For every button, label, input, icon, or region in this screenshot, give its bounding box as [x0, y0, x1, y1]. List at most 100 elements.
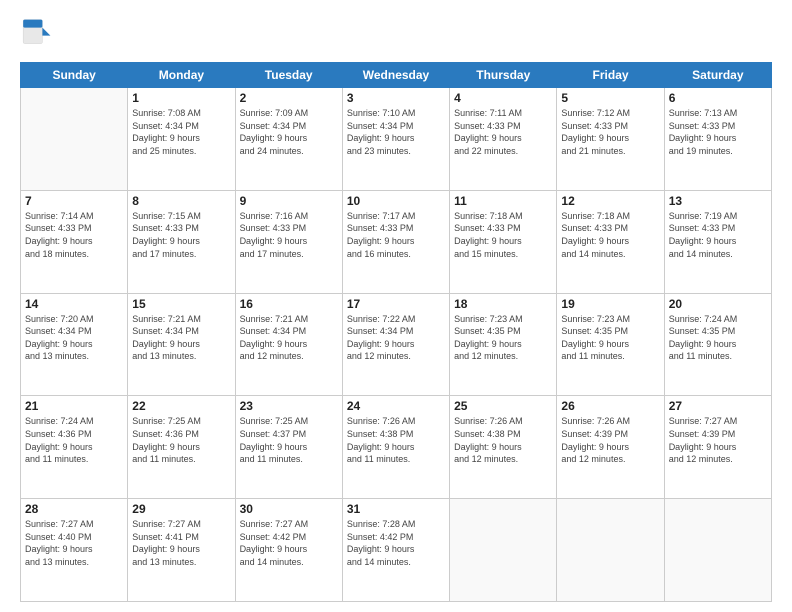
day-number: 21: [25, 399, 123, 413]
calendar-cell: 17Sunrise: 7:22 AM Sunset: 4:34 PM Dayli…: [342, 293, 449, 396]
calendar-cell: 12 Sunrise: 7:18 AM Sunset: 4:33 PM Dayli…: [557, 190, 664, 293]
day-info: Sunrise: 7:26 AM Sunset: 4:39 PM Dayligh…: [561, 415, 659, 465]
day-number: 18: [454, 297, 552, 311]
day-info: Sunrise: 7:13 AM Sunset: 4:33 PM Dayligh…: [669, 107, 767, 157]
column-header-wednesday: Wednesday: [342, 63, 449, 88]
day-number: 11: [454, 194, 552, 208]
calendar-table: SundayMondayTuesdayWednesdayThursdayFrid…: [20, 62, 772, 602]
calendar-cell: 18 Sunrise: 7:23 AM Sunset: 4:35 PM Dayli…: [450, 293, 557, 396]
day-info: Sunrise: 7:24 AM Sunset: 4:35 PM Dayligh…: [669, 313, 767, 363]
column-header-tuesday: Tuesday: [235, 63, 342, 88]
calendar-cell: 11 Sunrise: 7:18 AM Sunset: 4:33 PM Dayli…: [450, 190, 557, 293]
logo-icon: [20, 18, 52, 50]
day-info: Sunrise: 7:09 AM Sunset: 4:34 PM Dayligh…: [240, 107, 338, 157]
day-info: Sunrise: 7:26 AM Sunset: 4:38 PM Dayligh…: [347, 415, 445, 465]
calendar-cell: 7 Sunrise: 7:14 AM Sunset: 4:33 PM Daylig…: [21, 190, 128, 293]
day-info: Sunrise: 7:19 AM Sunset: 4:33 PM Dayligh…: [669, 210, 767, 260]
day-info: Sunrise: 7:14 AM Sunset: 4:33 PM Dayligh…: [25, 210, 123, 260]
calendar-cell: 13 Sunrise: 7:19 AM Sunset: 4:33 PM Dayli…: [664, 190, 771, 293]
day-info: Sunrise: 7:27 AM Sunset: 4:41 PM Dayligh…: [132, 518, 230, 568]
calendar-cell: 8 Sunrise: 7:15 AM Sunset: 4:33 PM Daylig…: [128, 190, 235, 293]
day-info: Sunrise: 7:26 AM Sunset: 4:38 PM Dayligh…: [454, 415, 552, 465]
day-number: 14: [25, 297, 123, 311]
day-number: 12: [561, 194, 659, 208]
day-info: Sunrise: 7:18 AM Sunset: 4:33 PM Dayligh…: [561, 210, 659, 260]
day-info: Sunrise: 7:23 AM Sunset: 4:35 PM Dayligh…: [454, 313, 552, 363]
day-info: Sunrise: 7:08 AM Sunset: 4:34 PM Dayligh…: [132, 107, 230, 157]
calendar-cell: 24 Sunrise: 7:26 AM Sunset: 4:38 PM Dayli…: [342, 396, 449, 499]
day-info: Sunrise: 7:21 AM Sunset: 4:34 PM Dayligh…: [132, 313, 230, 363]
day-number: 30: [240, 502, 338, 516]
day-info: Sunrise: 7:18 AM Sunset: 4:33 PM Dayligh…: [454, 210, 552, 260]
calendar-cell: 2Sunrise: 7:09 AM Sunset: 4:34 PM Daylig…: [235, 88, 342, 191]
calendar-cell: 30 Sunrise: 7:27 AM Sunset: 4:42 PM Dayli…: [235, 499, 342, 602]
day-number: 6: [669, 91, 767, 105]
week-row-2: 14Sunrise: 7:20 AM Sunset: 4:34 PM Dayli…: [21, 293, 772, 396]
day-info: Sunrise: 7:11 AM Sunset: 4:33 PM Dayligh…: [454, 107, 552, 157]
calendar-cell: 25Sunrise: 7:26 AM Sunset: 4:38 PM Dayli…: [450, 396, 557, 499]
page: SundayMondayTuesdayWednesdayThursdayFrid…: [0, 0, 792, 612]
day-info: Sunrise: 7:16 AM Sunset: 4:33 PM Dayligh…: [240, 210, 338, 260]
calendar-cell: 16Sunrise: 7:21 AM Sunset: 4:34 PM Dayli…: [235, 293, 342, 396]
logo: [20, 18, 56, 50]
calendar-cell: [21, 88, 128, 191]
day-number: 10: [347, 194, 445, 208]
day-number: 23: [240, 399, 338, 413]
column-header-thursday: Thursday: [450, 63, 557, 88]
day-info: Sunrise: 7:21 AM Sunset: 4:34 PM Dayligh…: [240, 313, 338, 363]
day-number: 9: [240, 194, 338, 208]
calendar-cell: 15 Sunrise: 7:21 AM Sunset: 4:34 PM Dayli…: [128, 293, 235, 396]
day-number: 4: [454, 91, 552, 105]
day-number: 13: [669, 194, 767, 208]
week-row-4: 28 Sunrise: 7:27 AM Sunset: 4:40 PM Dayli…: [21, 499, 772, 602]
header: [20, 18, 772, 50]
day-info: Sunrise: 7:22 AM Sunset: 4:34 PM Dayligh…: [347, 313, 445, 363]
day-number: 27: [669, 399, 767, 413]
calendar-cell: 9 Sunrise: 7:16 AM Sunset: 4:33 PM Daylig…: [235, 190, 342, 293]
calendar-cell: 1 Sunrise: 7:08 AM Sunset: 4:34 PM Daylig…: [128, 88, 235, 191]
day-number: 19: [561, 297, 659, 311]
day-number: 26: [561, 399, 659, 413]
calendar-cell: 10 Sunrise: 7:17 AM Sunset: 4:33 PM Dayli…: [342, 190, 449, 293]
day-number: 31: [347, 502, 445, 516]
day-info: Sunrise: 7:27 AM Sunset: 4:42 PM Dayligh…: [240, 518, 338, 568]
calendar-header-row: SundayMondayTuesdayWednesdayThursdayFrid…: [21, 63, 772, 88]
calendar-cell: 27 Sunrise: 7:27 AM Sunset: 4:39 PM Dayli…: [664, 396, 771, 499]
day-info: Sunrise: 7:15 AM Sunset: 4:33 PM Dayligh…: [132, 210, 230, 260]
day-number: 28: [25, 502, 123, 516]
calendar-cell: 6 Sunrise: 7:13 AM Sunset: 4:33 PM Daylig…: [664, 88, 771, 191]
calendar-cell: 26 Sunrise: 7:26 AM Sunset: 4:39 PM Dayli…: [557, 396, 664, 499]
day-number: 3: [347, 91, 445, 105]
calendar-cell: [664, 499, 771, 602]
calendar-cell: 21 Sunrise: 7:24 AM Sunset: 4:36 PM Dayli…: [21, 396, 128, 499]
calendar-cell: [557, 499, 664, 602]
calendar-cell: 28 Sunrise: 7:27 AM Sunset: 4:40 PM Dayli…: [21, 499, 128, 602]
day-info: Sunrise: 7:17 AM Sunset: 4:33 PM Dayligh…: [347, 210, 445, 260]
day-number: 15: [132, 297, 230, 311]
calendar-cell: 4 Sunrise: 7:11 AM Sunset: 4:33 PM Daylig…: [450, 88, 557, 191]
calendar-cell: 23 Sunrise: 7:25 AM Sunset: 4:37 PM Dayli…: [235, 396, 342, 499]
day-number: 29: [132, 502, 230, 516]
day-number: 22: [132, 399, 230, 413]
calendar-cell: 29 Sunrise: 7:27 AM Sunset: 4:41 PM Dayli…: [128, 499, 235, 602]
calendar-cell: 14Sunrise: 7:20 AM Sunset: 4:34 PM Dayli…: [21, 293, 128, 396]
day-number: 24: [347, 399, 445, 413]
day-info: Sunrise: 7:28 AM Sunset: 4:42 PM Dayligh…: [347, 518, 445, 568]
day-number: 1: [132, 91, 230, 105]
day-info: Sunrise: 7:24 AM Sunset: 4:36 PM Dayligh…: [25, 415, 123, 465]
day-info: Sunrise: 7:12 AM Sunset: 4:33 PM Dayligh…: [561, 107, 659, 157]
day-info: Sunrise: 7:25 AM Sunset: 4:37 PM Dayligh…: [240, 415, 338, 465]
column-header-sunday: Sunday: [21, 63, 128, 88]
week-row-3: 21 Sunrise: 7:24 AM Sunset: 4:36 PM Dayli…: [21, 396, 772, 499]
day-info: Sunrise: 7:27 AM Sunset: 4:39 PM Dayligh…: [669, 415, 767, 465]
calendar-cell: 3Sunrise: 7:10 AM Sunset: 4:34 PM Daylig…: [342, 88, 449, 191]
week-row-0: 1 Sunrise: 7:08 AM Sunset: 4:34 PM Daylig…: [21, 88, 772, 191]
calendar-cell: 22 Sunrise: 7:25 AM Sunset: 4:36 PM Dayli…: [128, 396, 235, 499]
day-info: Sunrise: 7:25 AM Sunset: 4:36 PM Dayligh…: [132, 415, 230, 465]
day-info: Sunrise: 7:27 AM Sunset: 4:40 PM Dayligh…: [25, 518, 123, 568]
day-number: 20: [669, 297, 767, 311]
day-number: 7: [25, 194, 123, 208]
column-header-monday: Monday: [128, 63, 235, 88]
calendar-cell: 5Sunrise: 7:12 AM Sunset: 4:33 PM Daylig…: [557, 88, 664, 191]
day-number: 8: [132, 194, 230, 208]
